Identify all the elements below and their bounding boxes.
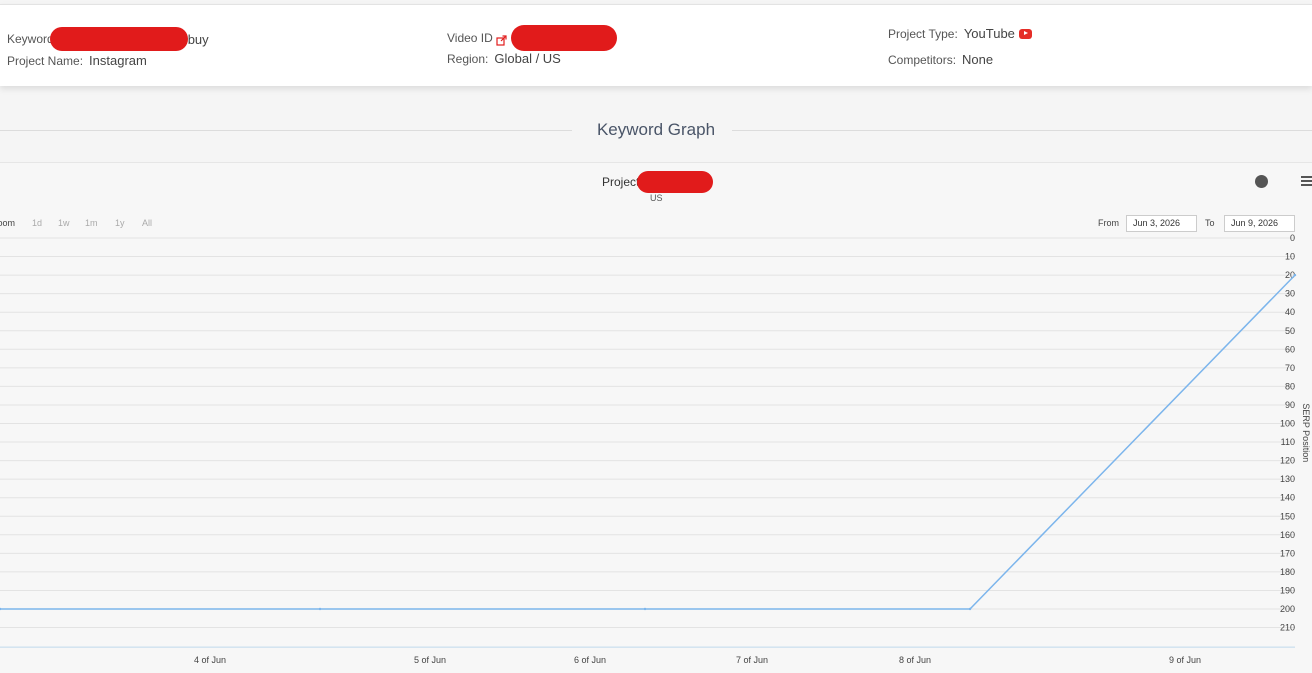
heading-divider-left [0, 130, 572, 131]
region-value: Global / US [494, 51, 561, 66]
y-tick-label: 30 [1285, 289, 1295, 299]
video-id-redaction [510, 25, 617, 51]
video-id-label: Video ID [447, 31, 493, 45]
project-name-value: Instagram [89, 53, 147, 68]
region-label: Region: [447, 51, 489, 66]
project-type-label: Project Type: [888, 26, 958, 41]
competitors-row: Competitors: None [888, 52, 993, 67]
y-tick-label: 130 [1280, 474, 1295, 484]
y-tick-label: 90 [1285, 400, 1295, 410]
y-axis-title: SERP Position [1301, 403, 1311, 462]
project-info-card: Keyword buy Project Name: Instagram Vide… [0, 4, 1312, 86]
competitors-label: Competitors: [888, 52, 957, 67]
data-point [643, 607, 647, 611]
competitors-value: None [962, 52, 994, 67]
keyword-redaction [49, 27, 188, 51]
region-row: Region: Global / US [447, 51, 561, 66]
section-title: Keyword Graph [596, 120, 716, 139]
y-tick-label: 0 [1290, 233, 1295, 243]
y-tick-label: 140 [1280, 493, 1295, 503]
y-tick-label: 20 [1285, 270, 1295, 280]
keyword-row: Keyword buy [7, 27, 209, 51]
y-tick-label: 200 [1280, 604, 1295, 614]
video-id-row: Video ID [447, 25, 617, 51]
keyword-value-suffix: buy [187, 31, 209, 47]
x-tick-label: 7 of Jun [736, 655, 768, 665]
y-tick-label: 50 [1285, 326, 1295, 336]
keyword-chart: Project US Zoom 1d 1w 1m 1y All From Jun… [0, 162, 1312, 673]
data-point [0, 607, 2, 611]
y-tick-label: 120 [1280, 456, 1295, 466]
y-tick-label: 10 [1285, 252, 1295, 262]
heading-divider-right [732, 130, 1312, 131]
external-link-icon[interactable] [496, 33, 507, 46]
data-point [318, 607, 322, 611]
x-tick-label: 9 of Jun [1169, 655, 1201, 665]
y-tick-label: 80 [1285, 381, 1295, 391]
y-tick-label: 190 [1280, 585, 1295, 595]
y-tick-label: 180 [1280, 567, 1295, 577]
y-tick-label: 160 [1280, 530, 1295, 540]
y-tick-label: 40 [1285, 307, 1295, 317]
data-point [968, 607, 972, 611]
project-name-label: Project Name: [7, 53, 84, 68]
serp-position-plot: 0 10 20 30 40 50 60 70 80 90 100 110 120 130 140 150 160… [0, 233, 1311, 665]
y-tick-label: 60 [1285, 344, 1295, 354]
x-tick-label: 8 of Jun [899, 655, 931, 665]
project-type-value: YouTube [963, 26, 1015, 41]
y-tick-label: 150 [1280, 511, 1295, 521]
youtube-icon [1018, 28, 1032, 39]
project-type-row: Project Type: YouTube [888, 26, 1032, 41]
y-tick-label: 210 [1280, 623, 1295, 633]
y-tick-label: 110 [1281, 437, 1295, 447]
data-point [1293, 273, 1297, 277]
y-tick-label: 170 [1280, 548, 1295, 558]
y-tick-label: 70 [1285, 363, 1295, 373]
x-tick-label: 5 of Jun [414, 655, 446, 665]
keyword-graph-heading: Keyword Graph [0, 118, 1312, 142]
keyword-label: Keyword [7, 32, 54, 46]
x-tick-label: 4 of Jun [194, 655, 226, 665]
project-name-row: Project Name: Instagram [7, 53, 147, 68]
x-tick-label: 6 of Jun [574, 655, 606, 665]
y-tick-label: 100 [1280, 419, 1295, 429]
